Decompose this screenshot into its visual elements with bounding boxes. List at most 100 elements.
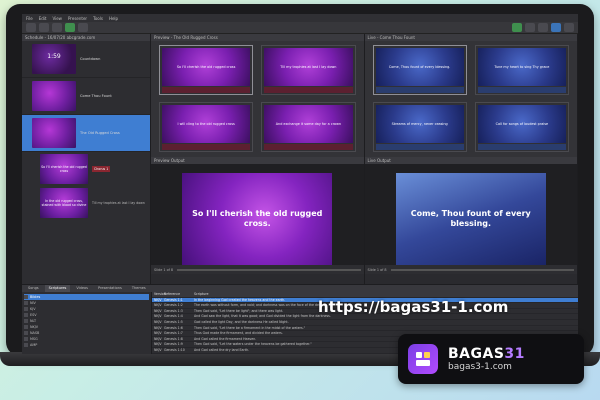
live-output-header: Live Output [364, 157, 577, 164]
live-slides: Come, Thou fount of every blessing. Tune… [364, 41, 577, 157]
column-header[interactable]: Version [152, 292, 166, 297]
preview-slide[interactable]: And exchange it some day for a crown [261, 102, 356, 152]
checkbox-icon[interactable] [24, 319, 28, 323]
table-cell: God called the light Day, and the darkne… [194, 319, 289, 324]
table-cell: Genesis 1:4 [164, 314, 183, 319]
schedule-panel: Schedule - 16/07/20 abcgrade.com 1:59 Co… [22, 34, 151, 284]
table-cell: Genesis 1:2 [164, 303, 183, 308]
schedule-item[interactable]: Come Thou Fount [22, 78, 150, 115]
table-cell: NKJV [154, 308, 162, 313]
tree-item-label: AMP [30, 343, 38, 347]
menu-help[interactable]: Help [109, 16, 118, 21]
column-header[interactable]: Scripture [194, 292, 578, 297]
slide-footer [375, 144, 464, 150]
table-cell: NKJV [154, 325, 162, 330]
table-cell: Genesis 1:10 [164, 347, 185, 352]
table-cell: Genesis 1:6 [164, 325, 183, 330]
schedule-header: Schedule - 16/07/20 abcgrade.com [22, 34, 150, 41]
tab-songs[interactable]: Songs [24, 285, 43, 292]
new-icon[interactable] [26, 23, 36, 32]
slide-list-item[interactable]: In the old rugged cross, stained with bl… [36, 186, 146, 220]
live-transport: Slide 1 of 8 [364, 265, 577, 274]
table-cell: NKJV [154, 342, 162, 347]
save-icon[interactable] [52, 23, 62, 32]
go-live-icon[interactable] [512, 23, 522, 32]
live-slide[interactable]: Streams of mercy, never ceasing [372, 102, 467, 152]
table-cell: Then God said, "Let there be a firmament… [194, 325, 306, 330]
column-header[interactable]: Reference [164, 292, 194, 297]
checkbox-icon[interactable] [24, 331, 28, 335]
preview-slide[interactable]: So I'll cherish the old rugged cross [159, 45, 254, 95]
slide-footer [162, 87, 251, 93]
slide-text: Streams of mercy, never ceasing [375, 105, 464, 143]
table-cell: Genesis 1:8 [164, 336, 183, 341]
slide-section-label: Chorus 1 [92, 166, 111, 172]
table-cell: Genesis 1:1 [164, 297, 183, 302]
slide-text: So I'll cherish the old rugged cross [162, 48, 251, 86]
menu-edit[interactable]: Edit [39, 16, 47, 21]
slide-text: Tune my heart to sing Thy grace [477, 48, 566, 86]
checkbox-icon[interactable] [24, 325, 28, 329]
slide-list-item[interactable]: So I'll cherish the old rugged cross Cho… [36, 152, 146, 186]
countdown-thumbnail: 1:59 [32, 44, 76, 74]
preview-output-header: Preview Output [151, 157, 364, 164]
song-thumbnail [32, 118, 76, 148]
tab-themes[interactable]: Themes [128, 285, 150, 292]
brand-name: BAGAS31 [448, 346, 525, 362]
table-cell: Genesis 1:3 [164, 308, 183, 313]
brand-logo-icon [408, 344, 438, 374]
logo-icon[interactable] [564, 23, 574, 32]
tab-presentations[interactable]: Presentations [94, 285, 126, 292]
settings-icon[interactable] [78, 23, 88, 32]
live-slide-counter: Slide 1 of 8 [367, 267, 387, 272]
clear-icon[interactable] [538, 23, 548, 32]
slide-list: So I'll cherish the old rugged cross Cho… [36, 152, 146, 220]
table-cell: NKJV [154, 336, 162, 341]
slide-text: Come, Thou fount of every blessing. [375, 48, 464, 86]
live-slide[interactable]: Call for songs of loudest praise [474, 102, 569, 152]
toolbar [22, 22, 578, 34]
checkbox-icon[interactable] [24, 307, 28, 311]
table-cell: NKJV [154, 314, 162, 319]
preview-slide[interactable]: I will cling to the old rugged cross [159, 102, 254, 152]
live-output-slide: Come, Thou fount of every blessing. [395, 173, 546, 265]
checkbox-icon[interactable] [24, 337, 28, 341]
tree-item[interactable]: AMP [24, 342, 149, 348]
live-slide[interactable]: Come, Thou fount of every blessing. [372, 45, 467, 95]
table-cell: NKJV [154, 303, 162, 308]
table-cell: NKJV [154, 331, 162, 336]
live-output: Come, Thou fount of every blessing. Slid… [364, 164, 577, 274]
preview-header: Preview - The Old Rugged Cross [151, 34, 364, 41]
schedule-item-label: Come Thou Fount [80, 94, 112, 98]
menu-presenter[interactable]: Presenter [68, 16, 87, 21]
live-slide[interactable]: Tune my heart to sing Thy grace [474, 45, 569, 95]
table-cell: Genesis 1:9 [164, 342, 183, 347]
slide-text: I will cling to the old rugged cross [162, 105, 251, 143]
checkbox-icon[interactable] [24, 313, 28, 317]
slide-footer [477, 87, 566, 93]
preview-volume-slider[interactable] [177, 268, 361, 271]
checkbox-icon[interactable] [24, 301, 28, 305]
table-cell: Genesis 1:5 [164, 319, 183, 324]
expand-icon[interactable] [24, 295, 28, 299]
tab-scriptures[interactable]: Scriptures [44, 285, 71, 292]
open-icon[interactable] [39, 23, 49, 32]
tab-videos[interactable]: Videos [72, 285, 92, 292]
slide-thumbnail: In the old rugged cross, stained with bl… [40, 188, 88, 218]
table-cell: NKJV [154, 297, 162, 302]
schedule-item[interactable]: 1:59 Countdown [22, 41, 150, 78]
blank-icon[interactable] [525, 23, 535, 32]
table-cell: NKJV [154, 347, 162, 352]
menu-file[interactable]: File [26, 16, 33, 21]
live-pane: Live - Come Thou Fount Come, Thou fount … [364, 34, 578, 284]
menu-view[interactable]: View [52, 16, 62, 21]
preview-slide[interactable]: Till my trophies at last I lay down [261, 45, 356, 95]
preview-output-slide: So I'll cherish the old rugged cross. [182, 173, 333, 265]
menu-tools[interactable]: Tools [93, 16, 103, 21]
add-icon[interactable] [65, 23, 75, 32]
checkbox-icon[interactable] [24, 343, 28, 347]
schedule-item-selected[interactable]: The Old Rugged Cross [22, 115, 150, 152]
live-volume-slider[interactable] [390, 268, 574, 271]
theme-icon[interactable] [551, 23, 561, 32]
menu-bar: File Edit View Presenter Tools Help [22, 14, 578, 22]
